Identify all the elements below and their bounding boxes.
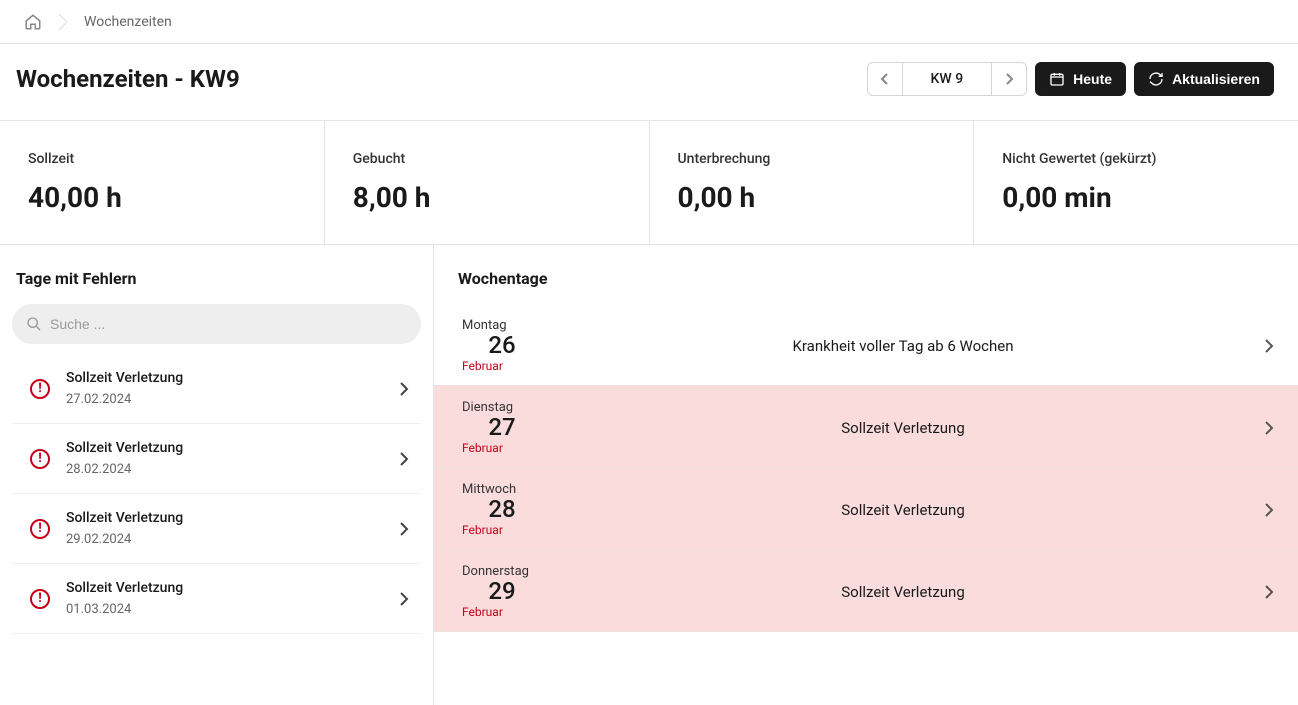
stat-sollzeit: Sollzeit 40,00 h [0,121,325,244]
header-actions: KW 9 Heute Aktualisieren [867,62,1274,96]
chevron-right-icon [1264,338,1274,354]
main-content: Tage mit Fehlern ! Sollzeit Verletzung 2… [0,245,1298,705]
error-title: Sollzeit Verletzung [66,440,383,456]
stat-nicht-gewertet: Nicht Gewertet (gekürzt) 0,00 min [974,121,1298,244]
error-date: 28.02.2024 [66,462,383,477]
error-info: Sollzeit Verletzung 01.03.2024 [66,580,383,617]
stat-value: 40,00 h [28,181,296,214]
day-month: Februar [462,359,542,373]
day-row[interactable]: Mittwoch 28 Februar Sollzeit Verletzung [434,468,1298,550]
error-item[interactable]: ! Sollzeit Verletzung 28.02.2024 [12,424,421,494]
day-date-block: Mittwoch 28 Februar [462,482,542,537]
error-date: 29.02.2024 [66,532,383,547]
search-input[interactable] [50,316,407,332]
refresh-button[interactable]: Aktualisieren [1134,62,1274,96]
error-info: Sollzeit Verletzung 28.02.2024 [66,440,383,477]
chevron-right-icon [399,451,409,467]
alert-icon: ! [30,379,50,399]
calendar-icon [1049,71,1065,87]
stat-unterbrechung: Unterbrechung 0,00 h [650,121,975,244]
week-label[interactable]: KW 9 [902,63,993,95]
stat-label: Gebucht [353,151,621,167]
error-item[interactable]: ! Sollzeit Verletzung 01.03.2024 [12,564,421,634]
day-date-block: Dienstag 27 Februar [462,400,542,455]
error-date: 27.02.2024 [66,392,383,407]
days-title: Wochentage [434,245,1298,304]
alert-icon: ! [30,589,50,609]
chevron-right-icon [399,521,409,537]
error-item[interactable]: ! Sollzeit Verletzung 27.02.2024 [12,354,421,424]
day-date-block: Donnerstag 29 Februar [462,564,542,619]
error-title: Sollzeit Verletzung [66,510,383,526]
search-icon [26,316,42,332]
stat-value: 8,00 h [353,181,621,214]
errors-list: ! Sollzeit Verletzung 27.02.2024 ! Sollz… [0,354,433,634]
refresh-icon [1148,71,1164,87]
day-number: 29 [462,577,542,605]
week-navigator: KW 9 [867,62,1028,96]
breadcrumb-current: Wochenzeiten [84,14,172,30]
error-title: Sollzeit Verletzung [66,370,383,386]
day-month: Februar [462,523,542,537]
alert-icon: ! [30,449,50,469]
stat-value: 0,00 h [678,181,946,214]
error-info: Sollzeit Verletzung 27.02.2024 [66,370,383,407]
day-month: Februar [462,441,542,455]
stat-label: Unterbrechung [678,151,946,167]
day-month: Februar [462,605,542,619]
day-number: 28 [462,495,542,523]
day-row[interactable]: Montag 26 Februar Krankheit voller Tag a… [434,304,1298,386]
error-title: Sollzeit Verletzung [66,580,383,596]
search-field[interactable] [12,304,421,344]
breadcrumb: Wochenzeiten [0,0,1298,44]
day-message: Krankheit voller Tag ab 6 Wochen [562,337,1244,355]
stat-label: Nicht Gewertet (gekürzt) [1002,151,1270,167]
page-header: Wochenzeiten - KW9 KW 9 Heute Aktualisie… [0,44,1298,121]
stat-label: Sollzeit [28,151,296,167]
stats-row: Sollzeit 40,00 h Gebucht 8,00 h Unterbre… [0,121,1298,245]
chevron-right-icon [1264,420,1274,436]
day-date-block: Montag 26 Februar [462,318,542,373]
today-button[interactable]: Heute [1035,62,1126,96]
page-title: Wochenzeiten - KW9 [16,65,240,93]
chevron-right-icon [1264,502,1274,518]
days-panel: Wochentage Montag 26 Februar Krankheit v… [434,245,1298,705]
errors-panel: Tage mit Fehlern ! Sollzeit Verletzung 2… [0,245,434,705]
stat-gebucht: Gebucht 8,00 h [325,121,650,244]
day-message: Sollzeit Verletzung [562,583,1244,601]
chevron-right-icon [399,591,409,607]
day-message: Sollzeit Verletzung [562,501,1244,519]
error-info: Sollzeit Verletzung 29.02.2024 [66,510,383,547]
stat-value: 0,00 min [1002,181,1270,214]
errors-title: Tage mit Fehlern [0,245,433,304]
chevron-right-icon [1264,584,1274,600]
refresh-button-label: Aktualisieren [1172,71,1260,87]
day-number: 26 [462,331,542,359]
today-button-label: Heute [1073,71,1112,87]
home-icon[interactable] [24,13,42,31]
days-list: Montag 26 Februar Krankheit voller Tag a… [434,304,1298,632]
next-week-button[interactable] [992,63,1026,95]
alert-icon: ! [30,519,50,539]
chevron-right-icon [399,381,409,397]
error-date: 01.03.2024 [66,602,383,617]
day-row[interactable]: Donnerstag 29 Februar Sollzeit Verletzun… [434,550,1298,632]
day-message: Sollzeit Verletzung [562,419,1244,437]
day-number: 27 [462,413,542,441]
day-row[interactable]: Dienstag 27 Februar Sollzeit Verletzung [434,386,1298,468]
chevron-right-icon [58,13,68,31]
prev-week-button[interactable] [868,63,902,95]
error-item[interactable]: ! Sollzeit Verletzung 29.02.2024 [12,494,421,564]
